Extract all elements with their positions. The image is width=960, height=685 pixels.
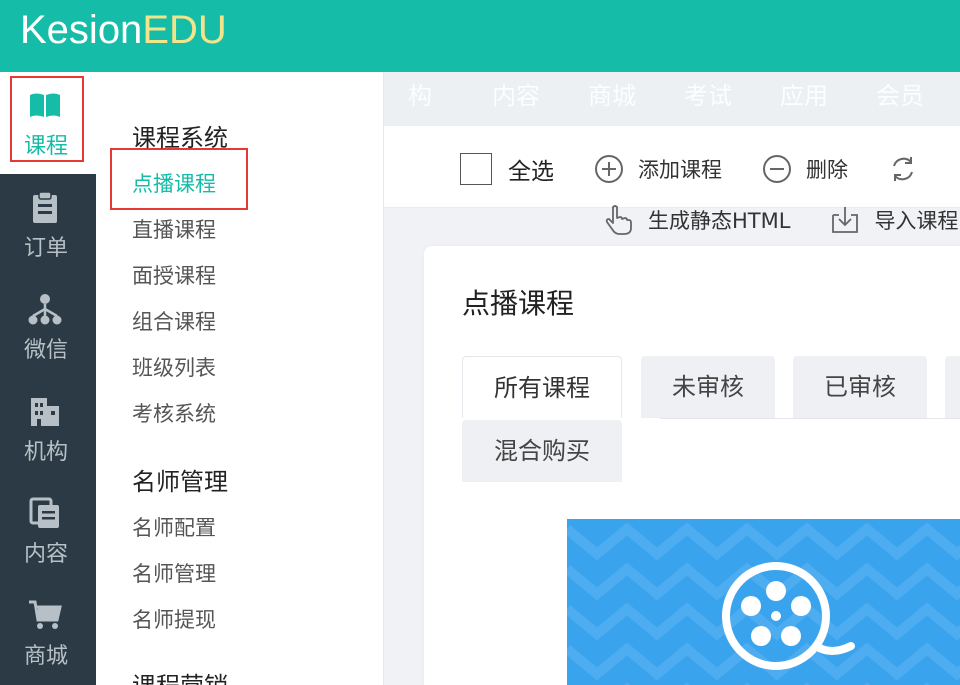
logo-accent: EDU (142, 8, 227, 52)
rail-item-order[interactable]: 订单 (0, 174, 96, 276)
rail-item-label: 商城 (23, 644, 68, 669)
minus-circle-icon (763, 155, 791, 183)
cart-icon (29, 600, 62, 629)
tab-unreviewed[interactable]: 未审核 (641, 356, 775, 418)
topnav-item-kaoshi[interactable]: 考试 (660, 76, 756, 111)
topnav-item-yingyong[interactable]: 应用 (756, 76, 852, 111)
delete-button[interactable]: 删除 (762, 154, 848, 184)
menu-link-live-course[interactable]: 直播课程 (132, 214, 216, 244)
rail-item-label: 内容 (23, 542, 68, 567)
rail-item-label: 机构 (23, 440, 68, 465)
topnav-item-huiyuan[interactable]: 会员 (852, 76, 948, 111)
import-course-button[interactable]: 导入课程 (830, 205, 958, 235)
import-course-label: 导入课程 (874, 209, 959, 233)
hand-pointer-icon (605, 205, 632, 235)
select-all-checkbox[interactable] (460, 153, 492, 185)
documents-icon (29, 497, 59, 528)
group-title-course-system: 课程系统 (132, 124, 228, 152)
plus-circle-icon (595, 155, 623, 183)
logo[interactable]: KesionEDU (20, 8, 227, 53)
topnav-item-yemian[interactable]: 页面 (948, 76, 960, 111)
rail-item-content[interactable]: 内容 (0, 480, 96, 582)
building-icon (31, 398, 59, 426)
tab-mixed-purchase[interactable]: 混合购买 (462, 420, 622, 482)
topnav-item-neirong[interactable]: 内容 (468, 76, 564, 111)
delete-label: 删除 (806, 158, 848, 182)
toolbar: 全选 添加课程 删除 (384, 126, 960, 208)
tab-reviewed[interactable]: 已审核 (793, 356, 927, 418)
app-header: KesionEDU (0, 0, 960, 72)
import-icon (832, 207, 859, 233)
select-all-label[interactable]: 全选 (508, 152, 554, 186)
menu-link-offline-course[interactable]: 面授课程 (132, 260, 216, 290)
menu-link-teacher-withdraw[interactable]: 名师提现 (132, 604, 216, 634)
generate-html-label: 生成静态HTML (648, 209, 791, 233)
rail-item-org[interactable]: 机构 (0, 378, 96, 480)
refresh-icon (893, 157, 913, 181)
add-course-button[interactable]: 添加课程 (594, 154, 722, 184)
topnav-item-shangcheng[interactable]: 商城 (564, 76, 660, 111)
menu-link-bundle-course[interactable]: 组合课程 (132, 306, 216, 336)
rail-item-wechat[interactable]: 微信 (0, 276, 96, 378)
menu-link-vod-course[interactable]: 点播课程 (132, 168, 216, 198)
main-card: 点播课程 所有课程 未审核 已审核 混合购买 (424, 246, 960, 685)
refresh-button[interactable] (888, 154, 932, 184)
topnav-item-jigou[interactable]: 构 (384, 76, 468, 111)
rail-item-shop[interactable]: 商城 (0, 582, 96, 684)
menu-link-assessment[interactable]: 考核系统 (132, 398, 216, 428)
rail-item-label: 课程 (23, 134, 68, 159)
menu-link-teacher-manage[interactable]: 名师管理 (132, 558, 216, 588)
rail-item-label: 订单 (23, 236, 68, 261)
group-title-marketing: 课程营销 (132, 666, 228, 685)
left-rail: 课程 订单 微信 机构 内容 商城 (0, 72, 96, 685)
tab-more[interactable] (945, 356, 960, 418)
menu-link-teacher-config[interactable]: 名师配置 (132, 512, 216, 542)
clipboard-icon (33, 191, 57, 223)
tab-all-courses[interactable]: 所有课程 (462, 356, 622, 418)
sitemap-icon (28, 294, 62, 325)
toolbar-row-2: 生成静态HTML 导入课程 (604, 204, 958, 236)
group-title-teacher: 名师管理 (132, 468, 228, 496)
course-thumbnail[interactable] (567, 519, 960, 685)
film-reel-icon (722, 562, 855, 670)
add-course-label: 添加课程 (638, 158, 722, 182)
rail-item-label: 微信 (23, 338, 68, 363)
menu-link-class-list[interactable]: 班级列表 (132, 352, 216, 382)
sub-menu: 课程系统 点播课程 直播课程 面授课程 组合课程 班级列表 考核系统 名师管理 … (96, 72, 384, 685)
generate-html-button[interactable]: 生成静态HTML (604, 204, 790, 236)
page-title: 点播课程 (462, 287, 575, 320)
top-nav: 构 内容 商城 考试 应用 会员 页面 (384, 72, 960, 126)
logo-main: Kesion (20, 8, 143, 52)
rail-item-course[interactable]: 课程 (0, 72, 96, 174)
book-icon (30, 93, 60, 117)
